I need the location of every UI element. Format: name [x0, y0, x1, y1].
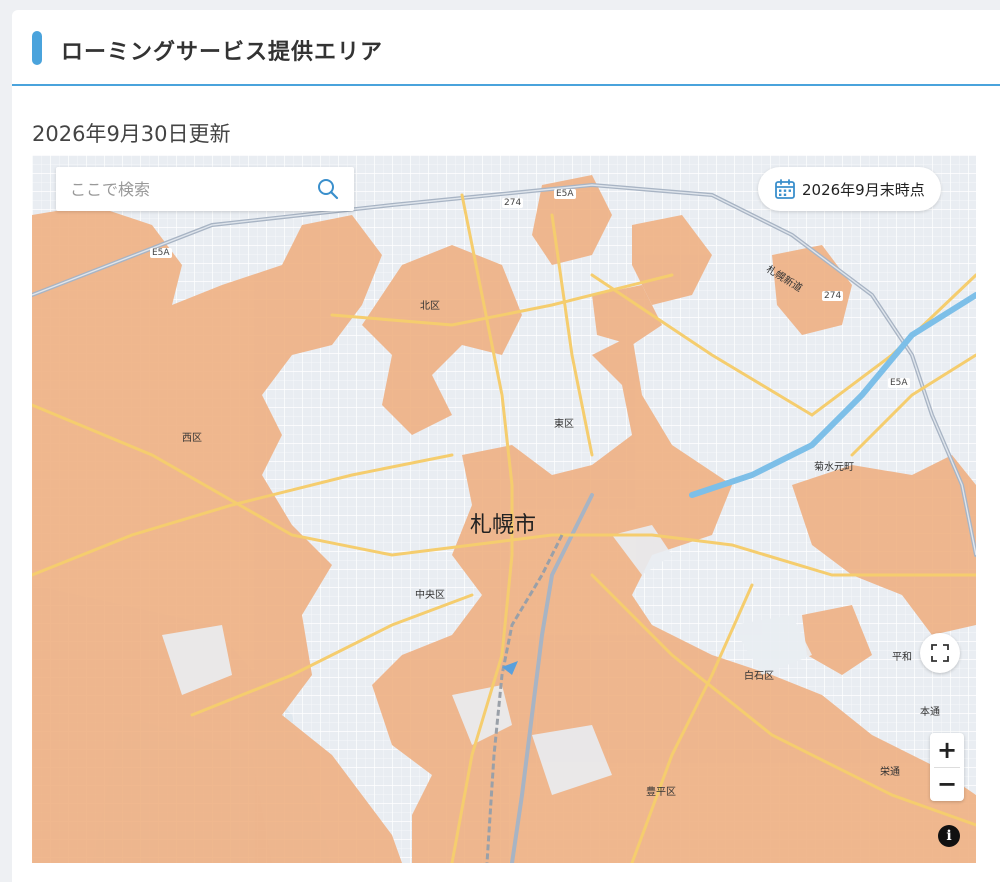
route-274-shield-east: 274	[822, 291, 844, 301]
coverage-card: ローミングサービス提供エリア 2026年9月30日更新 北区 東区 西区 中央区…	[12, 10, 1000, 882]
label-city-sapporo: 札幌市	[470, 513, 537, 538]
route-e5a-shield: E5A	[554, 189, 576, 199]
date-badge-label: 2026年9月末時点	[802, 180, 925, 199]
card-header: ローミングサービス提供エリア	[12, 10, 1000, 86]
map-search-input[interactable]	[70, 167, 300, 211]
route-274-shield: 274	[502, 198, 524, 208]
updated-date: 2026年9月30日更新	[32, 122, 231, 146]
calendar-icon	[775, 179, 795, 199]
fullscreen-button[interactable]	[920, 633, 960, 673]
label-kita: 北区	[420, 301, 440, 312]
fullscreen-icon	[931, 644, 949, 662]
date-badge[interactable]: 2026年9月末時点	[758, 167, 941, 211]
label-kikusui: 菊水元町	[814, 462, 854, 473]
label-hondori: 本通	[920, 707, 940, 718]
label-nishi: 西区	[182, 433, 202, 444]
label-toyohira: 豊平区	[646, 787, 676, 798]
info-button[interactable]: i	[938, 825, 960, 847]
label-chuo: 中央区	[415, 590, 445, 601]
search-icon[interactable]	[316, 177, 340, 201]
page-title: ローミングサービス提供エリア	[61, 40, 384, 65]
zoom-in-button[interactable]: +	[930, 733, 964, 767]
label-shiroishi: 白石区	[744, 671, 774, 682]
coverage-map[interactable]: 北区 東区 西区 中央区 白石区 豊平区 菊水元町 平和 本通 栄通 札幌市 2…	[32, 155, 976, 863]
label-heiwa: 平和	[892, 652, 912, 663]
route-e5a-shield-west: E5A	[150, 248, 172, 258]
zoom-control: + −	[930, 733, 964, 801]
label-higashi: 東区	[554, 419, 574, 430]
route-e5a-shield-east: E5A	[888, 378, 910, 388]
map-search-box	[56, 167, 354, 211]
label-sakaedori: 栄通	[880, 767, 900, 778]
zoom-out-button[interactable]: −	[930, 767, 964, 801]
title-accent-bar	[32, 31, 42, 65]
